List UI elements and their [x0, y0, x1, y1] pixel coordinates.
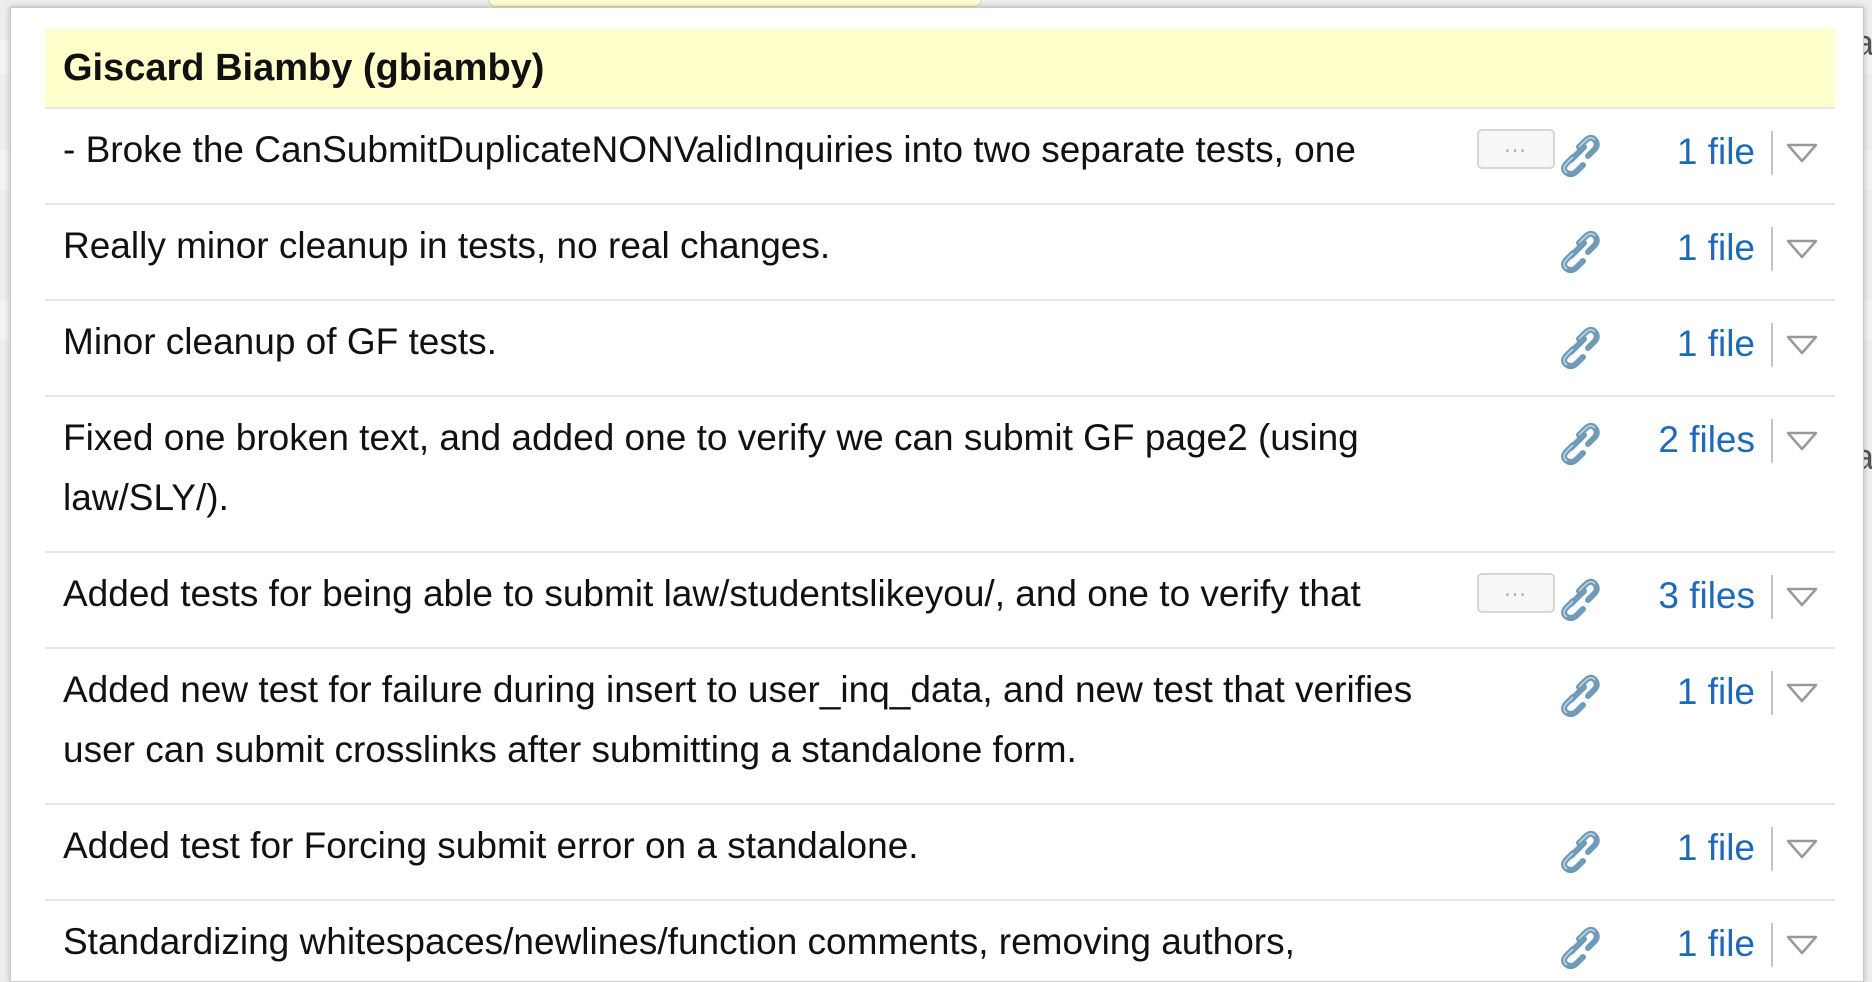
link-icon[interactable]	[1551, 223, 1601, 274]
commit-row: Fixed one broken text, and added one to …	[45, 395, 1835, 551]
divider	[1771, 671, 1773, 715]
divider	[1771, 575, 1773, 619]
link-icon[interactable]	[1551, 919, 1601, 970]
dropdown-caret-icon[interactable]	[1785, 837, 1819, 861]
background-tab	[488, 0, 982, 7]
dropdown-caret-icon[interactable]	[1785, 681, 1819, 705]
commits-popup: Giscard Biamby (gbiamby) - Broke the Can…	[10, 7, 1864, 982]
dropdown-caret-icon[interactable]	[1785, 333, 1819, 357]
link-icon[interactable]	[1551, 319, 1601, 370]
commit-message: Standardizing whitespaces/newlines/funct…	[63, 921, 1295, 962]
files-link[interactable]: 3 files	[1658, 571, 1755, 621]
commit-row: Really minor cleanup in tests, no real c…	[45, 203, 1835, 299]
divider	[1771, 227, 1773, 271]
expand-message-button[interactable]: …	[1477, 573, 1555, 613]
author-header: Giscard Biamby (gbiamby)	[45, 29, 1835, 107]
dropdown-caret-icon[interactable]	[1785, 237, 1819, 261]
divider	[1771, 827, 1773, 871]
commit-row: Standardizing whitespaces/newlines/funct…	[45, 899, 1835, 981]
commit-row: Added test for Forcing submit error on a…	[45, 803, 1835, 899]
divider	[1771, 323, 1773, 367]
expand-message-button[interactable]: …	[1477, 129, 1555, 169]
commit-message: Added tests for being able to submit law…	[63, 573, 1361, 614]
commit-message: Really minor cleanup in tests, no real c…	[63, 225, 831, 266]
commit-message: - Broke the CanSubmitDuplicateNONValidIn…	[63, 129, 1356, 170]
commit-list: - Broke the CanSubmitDuplicateNONValidIn…	[45, 107, 1835, 981]
files-link[interactable]: 2 files	[1658, 415, 1755, 465]
commit-message: Minor cleanup of GF tests.	[63, 321, 497, 362]
link-icon[interactable]	[1551, 127, 1601, 178]
divider	[1771, 131, 1773, 175]
dropdown-caret-icon[interactable]	[1785, 933, 1819, 957]
divider	[1771, 923, 1773, 967]
files-link[interactable]: 1 file	[1677, 919, 1755, 969]
commit-row: - Broke the CanSubmitDuplicateNONValidIn…	[45, 107, 1835, 203]
files-link[interactable]: 1 file	[1677, 319, 1755, 369]
dropdown-caret-icon[interactable]	[1785, 429, 1819, 453]
files-link[interactable]: 1 file	[1677, 667, 1755, 717]
files-link[interactable]: 1 file	[1677, 223, 1755, 273]
link-icon[interactable]	[1551, 571, 1601, 622]
link-icon[interactable]	[1551, 823, 1601, 874]
link-icon[interactable]	[1551, 415, 1601, 466]
files-link[interactable]: 1 file	[1677, 823, 1755, 873]
commit-message: Added new test for failure during insert…	[63, 669, 1413, 770]
files-link[interactable]: 1 file	[1677, 127, 1755, 177]
commit-message: Added test for Forcing submit error on a…	[63, 825, 919, 866]
commit-message: Fixed one broken text, and added one to …	[63, 417, 1359, 518]
divider	[1771, 419, 1773, 463]
dropdown-caret-icon[interactable]	[1785, 141, 1819, 165]
link-icon[interactable]	[1551, 667, 1601, 718]
commit-row: Minor cleanup of GF tests. 1 file	[45, 299, 1835, 395]
commit-row: Added new test for failure during insert…	[45, 647, 1835, 803]
dropdown-caret-icon[interactable]	[1785, 585, 1819, 609]
commit-row: Added tests for being able to submit law…	[45, 551, 1835, 647]
